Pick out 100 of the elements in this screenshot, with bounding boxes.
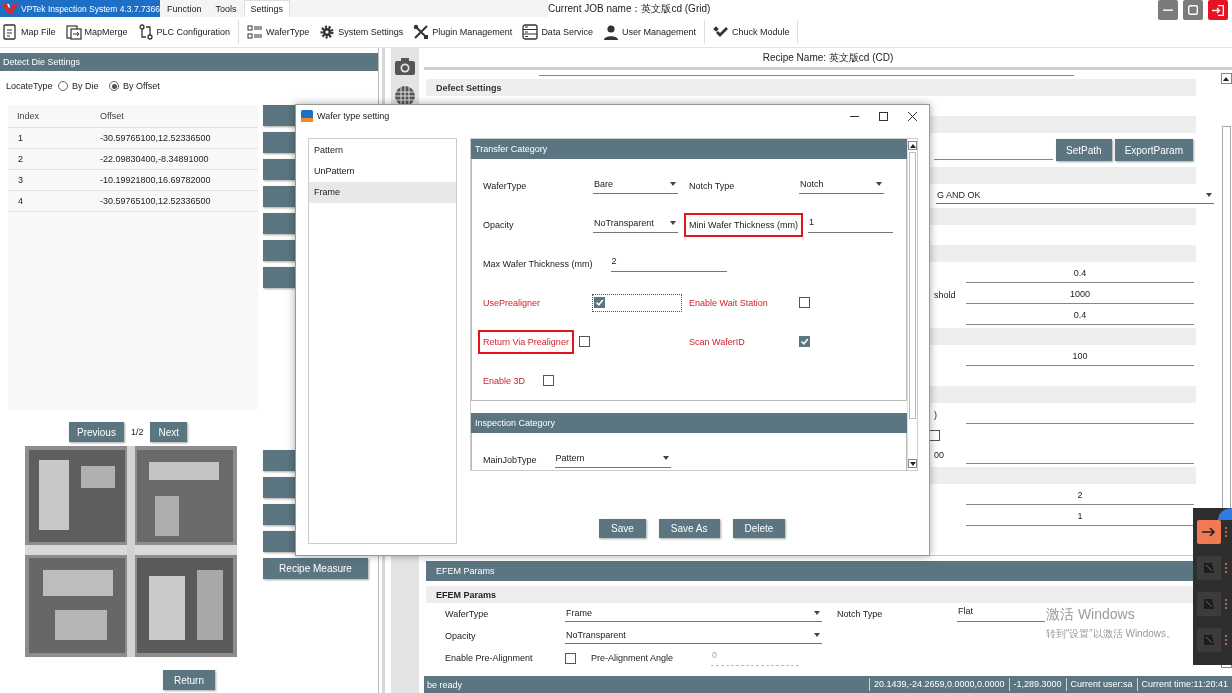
toolbar-button[interactable]: User Management xyxy=(602,21,696,43)
field-label: WaferType xyxy=(483,180,528,191)
column-header: Offset xyxy=(100,111,125,121)
section-header: Transfer Category xyxy=(471,139,907,159)
menu-tab[interactable]: Function xyxy=(160,0,209,17)
toolbar-button[interactable]: WaferType xyxy=(247,21,310,43)
dropdown[interactable]: G AND OK xyxy=(936,188,1214,204)
recipe-measure-button[interactable]: Recipe Measure xyxy=(263,558,368,579)
down-arrow-icon xyxy=(909,461,916,466)
text-field[interactable]: 1000 xyxy=(966,286,1194,304)
dialog-button[interactable]: Save As xyxy=(658,519,720,538)
app-title: VPTek Inspection System 4.3.7.7366 xyxy=(21,3,160,14)
close-icon xyxy=(907,111,917,121)
field-label: UsePrealigner xyxy=(483,297,542,308)
document-icon xyxy=(2,24,18,40)
table-cell-text: 3 xyxy=(17,175,24,185)
job-name: Current JOB name：英文版cd (Grid) xyxy=(548,0,711,17)
radio-label[interactable]: By Offset xyxy=(123,81,160,91)
dropdown[interactable]: Pattern xyxy=(554,451,671,468)
param-button[interactable]: SetPath xyxy=(1056,139,1112,161)
field-label: WaferType xyxy=(445,609,490,619)
dropdown[interactable]: Frame xyxy=(565,606,822,622)
field-label: Notch Type xyxy=(689,180,736,191)
radio-button[interactable] xyxy=(58,81,68,91)
recipe-name: Recipe Name: 英文版cd (CD) xyxy=(762,50,894,65)
toolbar-button[interactable]: Data Service xyxy=(522,21,593,43)
status-field: Current user:sa xyxy=(1065,678,1137,691)
field-label: Opacity xyxy=(445,631,477,641)
radio-button[interactable] xyxy=(109,81,119,91)
clamp-icon xyxy=(712,24,729,40)
field-label: 00 xyxy=(934,450,945,460)
checkbox[interactable] xyxy=(929,429,940,441)
next-button[interactable]: Next xyxy=(150,422,187,442)
checkbox[interactable] xyxy=(543,375,555,386)
page-indicator: 1/2 xyxy=(130,427,144,437)
logo-icon xyxy=(2,3,18,14)
toolbar-button[interactable]: MapMerge xyxy=(65,21,128,43)
checkbox[interactable] xyxy=(594,297,605,308)
checkbox[interactable] xyxy=(799,297,810,308)
caret-icon xyxy=(1206,192,1212,197)
table-cell-text: 1 xyxy=(17,133,24,143)
list-item[interactable]: Frame xyxy=(309,182,456,203)
checkbox[interactable] xyxy=(565,652,576,664)
toolbar-button[interactable]: Map File xyxy=(2,21,56,43)
text-field[interactable]: 1 xyxy=(808,216,893,233)
field-label: shold xyxy=(934,290,957,300)
menu-tab[interactable]: Settings xyxy=(243,0,291,17)
text-field[interactable]: Flat xyxy=(957,606,1045,622)
panel-header: Detect Die Settings xyxy=(0,53,378,71)
list-item[interactable]: UnPattern xyxy=(309,161,456,182)
up-arrow-icon xyxy=(1223,76,1230,81)
dialog-title: Wafer type setting xyxy=(317,111,390,121)
column-header: Index xyxy=(16,111,41,121)
text-field[interactable]: 0.4 xyxy=(966,307,1194,325)
field-label: Enable Wait Station xyxy=(689,297,769,308)
dialog-button[interactable]: Save xyxy=(599,519,646,538)
checkbox[interactable] xyxy=(578,336,590,347)
app-icon xyxy=(301,110,313,122)
caret-icon xyxy=(670,182,676,186)
tools-icon xyxy=(413,24,430,40)
toolbar-button[interactable]: PLC Configuration xyxy=(137,21,231,43)
toolbar-button[interactable]: System Settings xyxy=(319,21,404,43)
menu-tab[interactable]: Tools xyxy=(208,0,244,17)
exit-button[interactable] xyxy=(1208,0,1228,20)
dialog-button[interactable]: Delete xyxy=(732,519,786,538)
field-label: Enable 3D xyxy=(483,375,526,386)
param-button[interactable]: ExportParam xyxy=(1114,139,1193,161)
text-field[interactable]: 100 xyxy=(966,348,1194,366)
dropdown[interactable]: NoTransparent xyxy=(593,216,678,233)
status-field: Current time:11:20:41 xyxy=(1136,678,1232,691)
caret-icon xyxy=(662,456,669,460)
list-item[interactable]: Pattern xyxy=(309,140,456,161)
section-title: Defect Settings xyxy=(436,82,502,93)
caret-icon xyxy=(814,632,820,637)
text-field[interactable]: 2 xyxy=(610,255,727,272)
dropdown[interactable]: NoTransparent xyxy=(565,628,822,644)
check-icon xyxy=(800,337,809,346)
caret-icon xyxy=(876,182,882,186)
return-button[interactable]: Return xyxy=(163,670,215,690)
toolbar-button[interactable]: Chuck Module xyxy=(712,21,790,43)
previous-button[interactable]: Previous xyxy=(69,422,124,442)
activation-notice: 激活 Windows xyxy=(1046,606,1136,624)
text-field[interactable]: 2 xyxy=(966,487,1194,505)
dropdown[interactable]: Notch xyxy=(799,177,884,194)
server-icon xyxy=(522,24,539,40)
checkbox[interactable] xyxy=(799,336,810,347)
list-icon xyxy=(247,24,264,40)
camera-icon[interactable] xyxy=(394,56,416,76)
dropdown[interactable]: Bare xyxy=(593,177,678,194)
field-label: Max Wafer Thickness (mm) xyxy=(483,258,593,269)
field-label: Mini Wafer Thickness (mm) xyxy=(684,212,803,237)
activation-hint: 转到“设置”以激活 Windows。 xyxy=(1046,627,1176,641)
scrollbar[interactable] xyxy=(907,139,917,470)
field-label: Opacity xyxy=(483,219,515,230)
connector-icon xyxy=(137,24,154,40)
text-field[interactable]: 0.4 xyxy=(966,265,1194,283)
toolbar-button[interactable]: Plugin Management xyxy=(413,21,513,43)
radio-label[interactable]: By Die xyxy=(72,81,99,91)
up-arrow-icon xyxy=(909,143,916,148)
maximize-icon xyxy=(1188,5,1198,15)
